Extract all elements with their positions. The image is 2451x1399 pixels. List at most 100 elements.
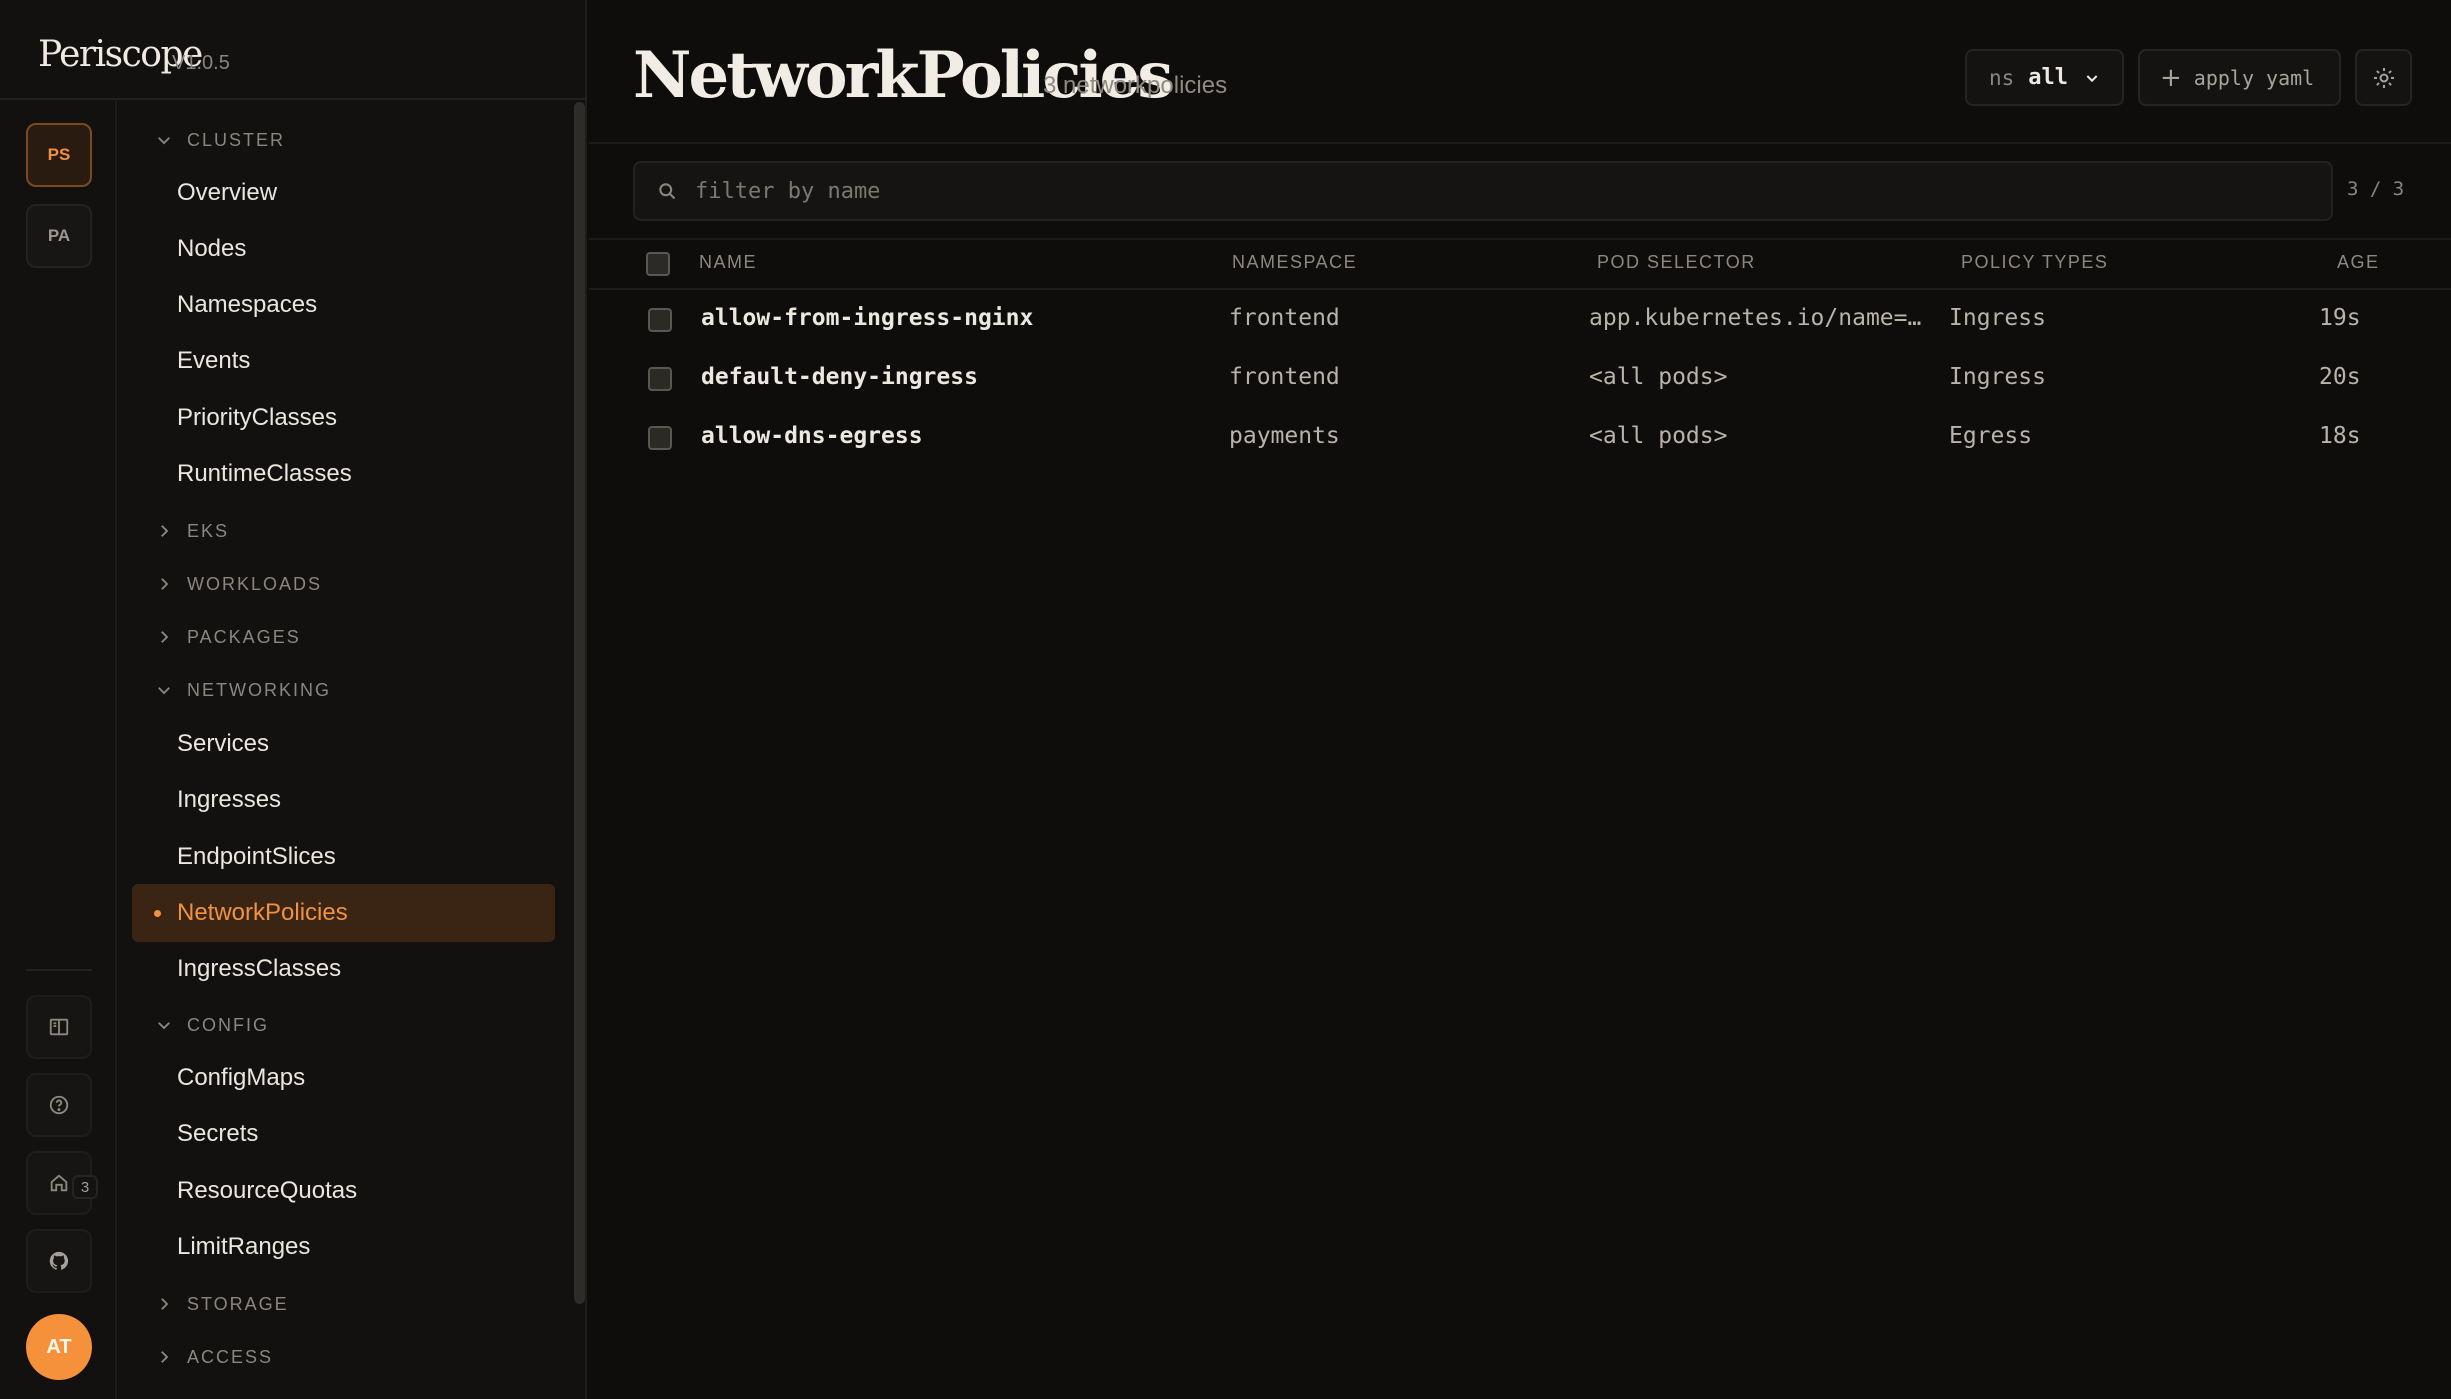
sidebar-item-resourcequotas[interactable]: ResourceQuotas [177,1174,357,1208]
rail-divider [26,969,92,971]
chevron-right-icon [161,1298,169,1310]
cell-namespace: frontend [1229,305,1340,331]
apply-yaml-button[interactable]: + apply yaml [2138,49,2341,106]
sidebar-nav: CLUSTER Overview Nodes Namespaces Events… [117,100,570,1399]
cell-namespace: payments [1229,423,1340,449]
help-button[interactable] [26,1073,92,1137]
section-networking[interactable]: NETWORKING [155,675,331,705]
cell-namespace: frontend [1229,364,1340,390]
home-icon [50,1174,68,1192]
cell-pod-selector: app.kubernetes.io/name=ingress-nginx [1589,305,1924,331]
row-checkbox[interactable] [648,426,672,450]
theme-toggle-button[interactable] [2355,49,2412,106]
github-button[interactable] [26,1229,92,1293]
cell-policy-types: Egress [1949,423,2033,449]
app-version: V1.0.5 [172,52,230,74]
section-label: EKS [187,520,230,541]
filter-divider [589,238,2451,240]
sidebar-item-ingressclasses[interactable]: IngressClasses [177,952,341,986]
section-workloads[interactable]: WORKLOADS [155,569,322,599]
chevron-down-icon [158,137,170,145]
sidebar-item-namespaces[interactable]: Namespaces [177,288,317,322]
chevron-down-icon [158,1022,170,1030]
plus-icon: + [2160,62,2182,93]
sidebar-item-services[interactable]: Services [177,727,269,761]
chevron-right-icon [161,578,169,590]
cell-age: 19s [2319,305,2361,331]
section-label: ACCESS [187,1346,274,1367]
section-label: STORAGE [187,1293,289,1314]
search-icon [659,183,676,200]
row-checkbox[interactable] [648,367,672,391]
section-storage[interactable]: STORAGE [155,1289,289,1319]
docs-button[interactable] [26,995,92,1059]
cell-pod-selector: <all pods> [1589,364,1728,390]
chevron-down-icon [158,687,170,695]
chevron-right-icon [161,631,169,643]
header-divider [589,142,2451,144]
section-access[interactable]: ACCESS [155,1342,273,1372]
cell-pod-selector: <all pods> [1589,423,1728,449]
sidebar-item-networkpolicies[interactable]: NetworkPolicies [132,884,555,942]
section-label: CLUSTER [187,129,286,150]
column-header-policy-types[interactable]: POLICY TYPES [1961,252,2108,273]
apply-yaml-label: apply yaml [2193,65,2315,90]
active-indicator-dot [154,910,161,917]
brand-header: Periscope V1.0.5 [0,0,587,100]
chevron-right-icon [161,1351,169,1363]
sidebar-item-overview[interactable]: Overview [177,176,277,210]
sidebar-item-events[interactable]: Events [177,344,250,378]
resource-count: 3 networkpolicies [1043,72,1228,99]
user-avatar[interactable]: AT [26,1314,92,1380]
cell-policy-types: Ingress [1949,305,2046,331]
sidebar: Periscope V1.0.5 PS PA 3 AT CLUSTER Over… [0,0,587,1399]
sidebar-item-priorityclasses[interactable]: PriorityClasses [177,401,337,435]
cell-name[interactable]: default-deny-ingress [701,364,978,390]
context-ps-button[interactable]: PS [26,123,92,187]
filter-bar [633,161,2333,221]
namespace-label: ns [1989,65,2015,90]
github-icon [49,1251,69,1270]
section-label: NETWORKING [187,679,331,700]
cell-name[interactable]: allow-from-ingress-nginx [701,305,1033,331]
sidebar-item-configmaps[interactable]: ConfigMaps [177,1061,305,1095]
namespace-value: all [2028,65,2069,90]
filter-input[interactable] [693,177,2331,205]
namespace-selector[interactable]: ns all [1965,49,2124,106]
sidebar-item-endpointslices[interactable]: EndpointSlices [177,840,336,874]
chevron-down-icon [2086,74,2098,82]
section-cluster[interactable]: CLUSTER [155,125,285,155]
github-count-badge: 3 [72,1175,98,1199]
sidebar-item-label: NetworkPolicies [177,899,348,926]
context-pa-button[interactable]: PA [26,204,92,268]
row-checkbox[interactable] [648,308,672,332]
sidebar-item-limitranges[interactable]: LimitRanges [177,1230,310,1264]
cell-age: 20s [2319,364,2361,390]
section-packages[interactable]: PACKAGES [155,622,301,652]
sidebar-item-runtimeclasses[interactable]: RuntimeClasses [177,457,352,491]
section-label: WORKLOADS [187,573,323,594]
cell-age: 18s [2319,423,2361,449]
column-header-name[interactable]: NAME [699,252,757,273]
cell-policy-types: Ingress [1949,364,2046,390]
column-header-namespace[interactable]: NAMESPACE [1232,252,1357,273]
sun-icon [2373,67,2394,88]
main-content: NetworkPolicies 3 networkpolicies ns all… [589,0,2451,1399]
select-all-checkbox[interactable] [646,252,670,276]
section-config[interactable]: CONFIG [155,1010,269,1040]
book-icon [49,1018,69,1036]
chevron-right-icon [161,525,169,537]
app-window: Periscope V1.0.5 PS PA 3 AT CLUSTER Over… [0,0,2451,1399]
section-label: CONFIG [187,1014,269,1035]
sidebar-item-secrets[interactable]: Secrets [177,1117,258,1151]
filter-result-count: 3 / 3 [2347,178,2405,200]
cell-name[interactable]: allow-dns-egress [701,423,923,449]
section-eks[interactable]: EKS [155,516,229,546]
column-header-pod-selector[interactable]: POD SELECTOR [1597,252,1756,273]
sidebar-item-nodes[interactable]: Nodes [177,232,246,266]
column-header-age[interactable]: AGE [2337,252,2380,273]
table-header-divider [589,288,2451,290]
sidebar-item-ingresses[interactable]: Ingresses [177,783,281,817]
sidebar-scrollbar[interactable] [574,102,585,1304]
section-label: PACKAGES [187,626,301,647]
